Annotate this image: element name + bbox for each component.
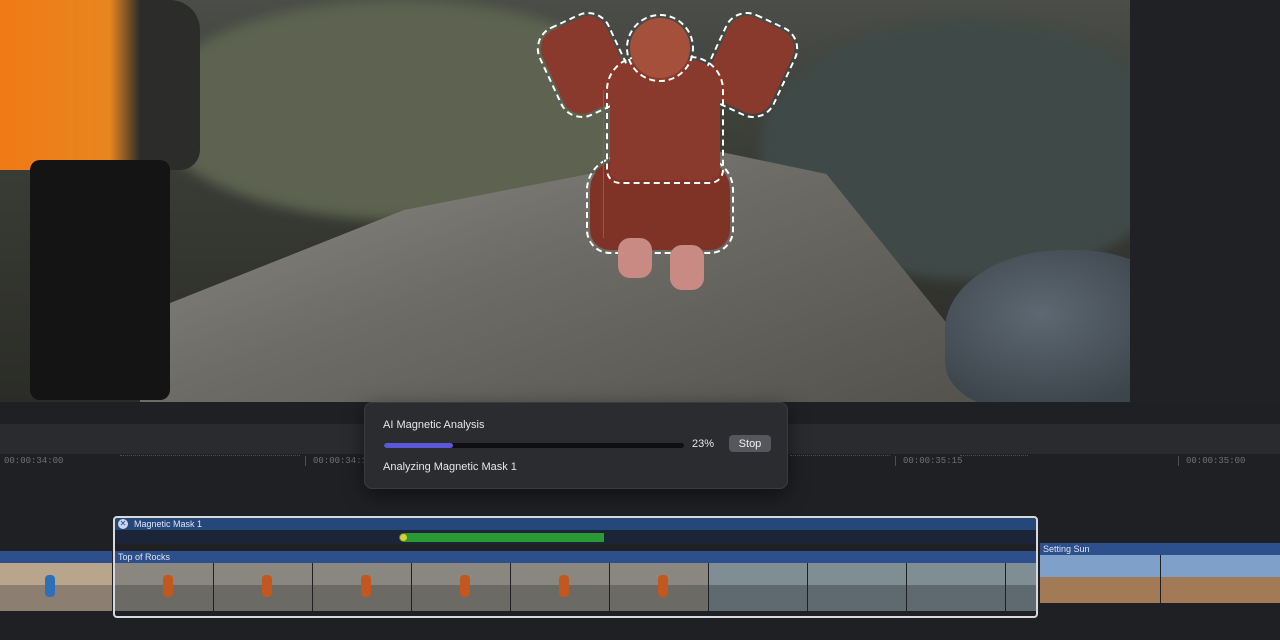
thumb-ground [1040,577,1160,603]
masked-subject[interactable] [528,0,807,300]
timecode-label: 00:00:35:00 [1186,456,1246,466]
timecode-label: 00:00:34:1 [313,456,368,466]
viewer-edge [1130,0,1280,402]
subject-shoe-left [618,238,652,278]
foreground-person [0,0,200,170]
subject-body [606,56,724,184]
progress-bar [384,443,684,448]
selected-clip-outline [113,516,1038,618]
subject-head [626,14,694,82]
analysis-popover: AI Magnetic Analysis 23% Stop Analyzing … [364,402,788,489]
foreground-person-legs [30,160,170,400]
ruler-dotted-line [120,455,300,456]
clip-thumbnail [0,563,112,611]
timecode-label: 00:00:34:00 [4,456,64,466]
timecode-label: 00:00:35:15 [903,456,963,466]
progress-fill [384,443,453,448]
subject-shoe-right [670,245,704,290]
clip-thumbnail [1040,555,1160,603]
progress-percent: 23% [692,438,715,450]
clip-setting-sun[interactable] [1040,555,1280,603]
ruler-dotted-line [790,455,890,456]
video-viewer[interactable] [0,0,1280,402]
ruler-tick [895,456,896,466]
thumb-ground [0,585,112,611]
clip-thumbnail [1161,555,1280,603]
clip-setting-sun-header[interactable]: Setting Sun [1040,543,1280,555]
thumb-sky [0,563,112,585]
popover-title: AI Magnetic Analysis [383,419,485,431]
thumb-ground [1161,577,1280,603]
analysis-status: Analyzing Magnetic Mask 1 [383,461,517,473]
app-window: 00:00:34:00 00:00:34:1 00:00:35:15 00:00… [0,0,1280,640]
thumb-figure [45,575,55,597]
clip-label: Setting Sun [1043,544,1090,554]
ruler-dotted-line [960,455,1028,456]
stop-button[interactable]: Stop [729,435,771,452]
clip-left[interactable] [0,563,112,611]
thumb-sky [1161,555,1280,577]
ruler-tick [305,456,306,466]
ruler-tick [1178,456,1179,466]
clip-left-header[interactable] [0,551,112,563]
playhead[interactable] [603,90,604,238]
thumb-sky [1040,555,1160,577]
